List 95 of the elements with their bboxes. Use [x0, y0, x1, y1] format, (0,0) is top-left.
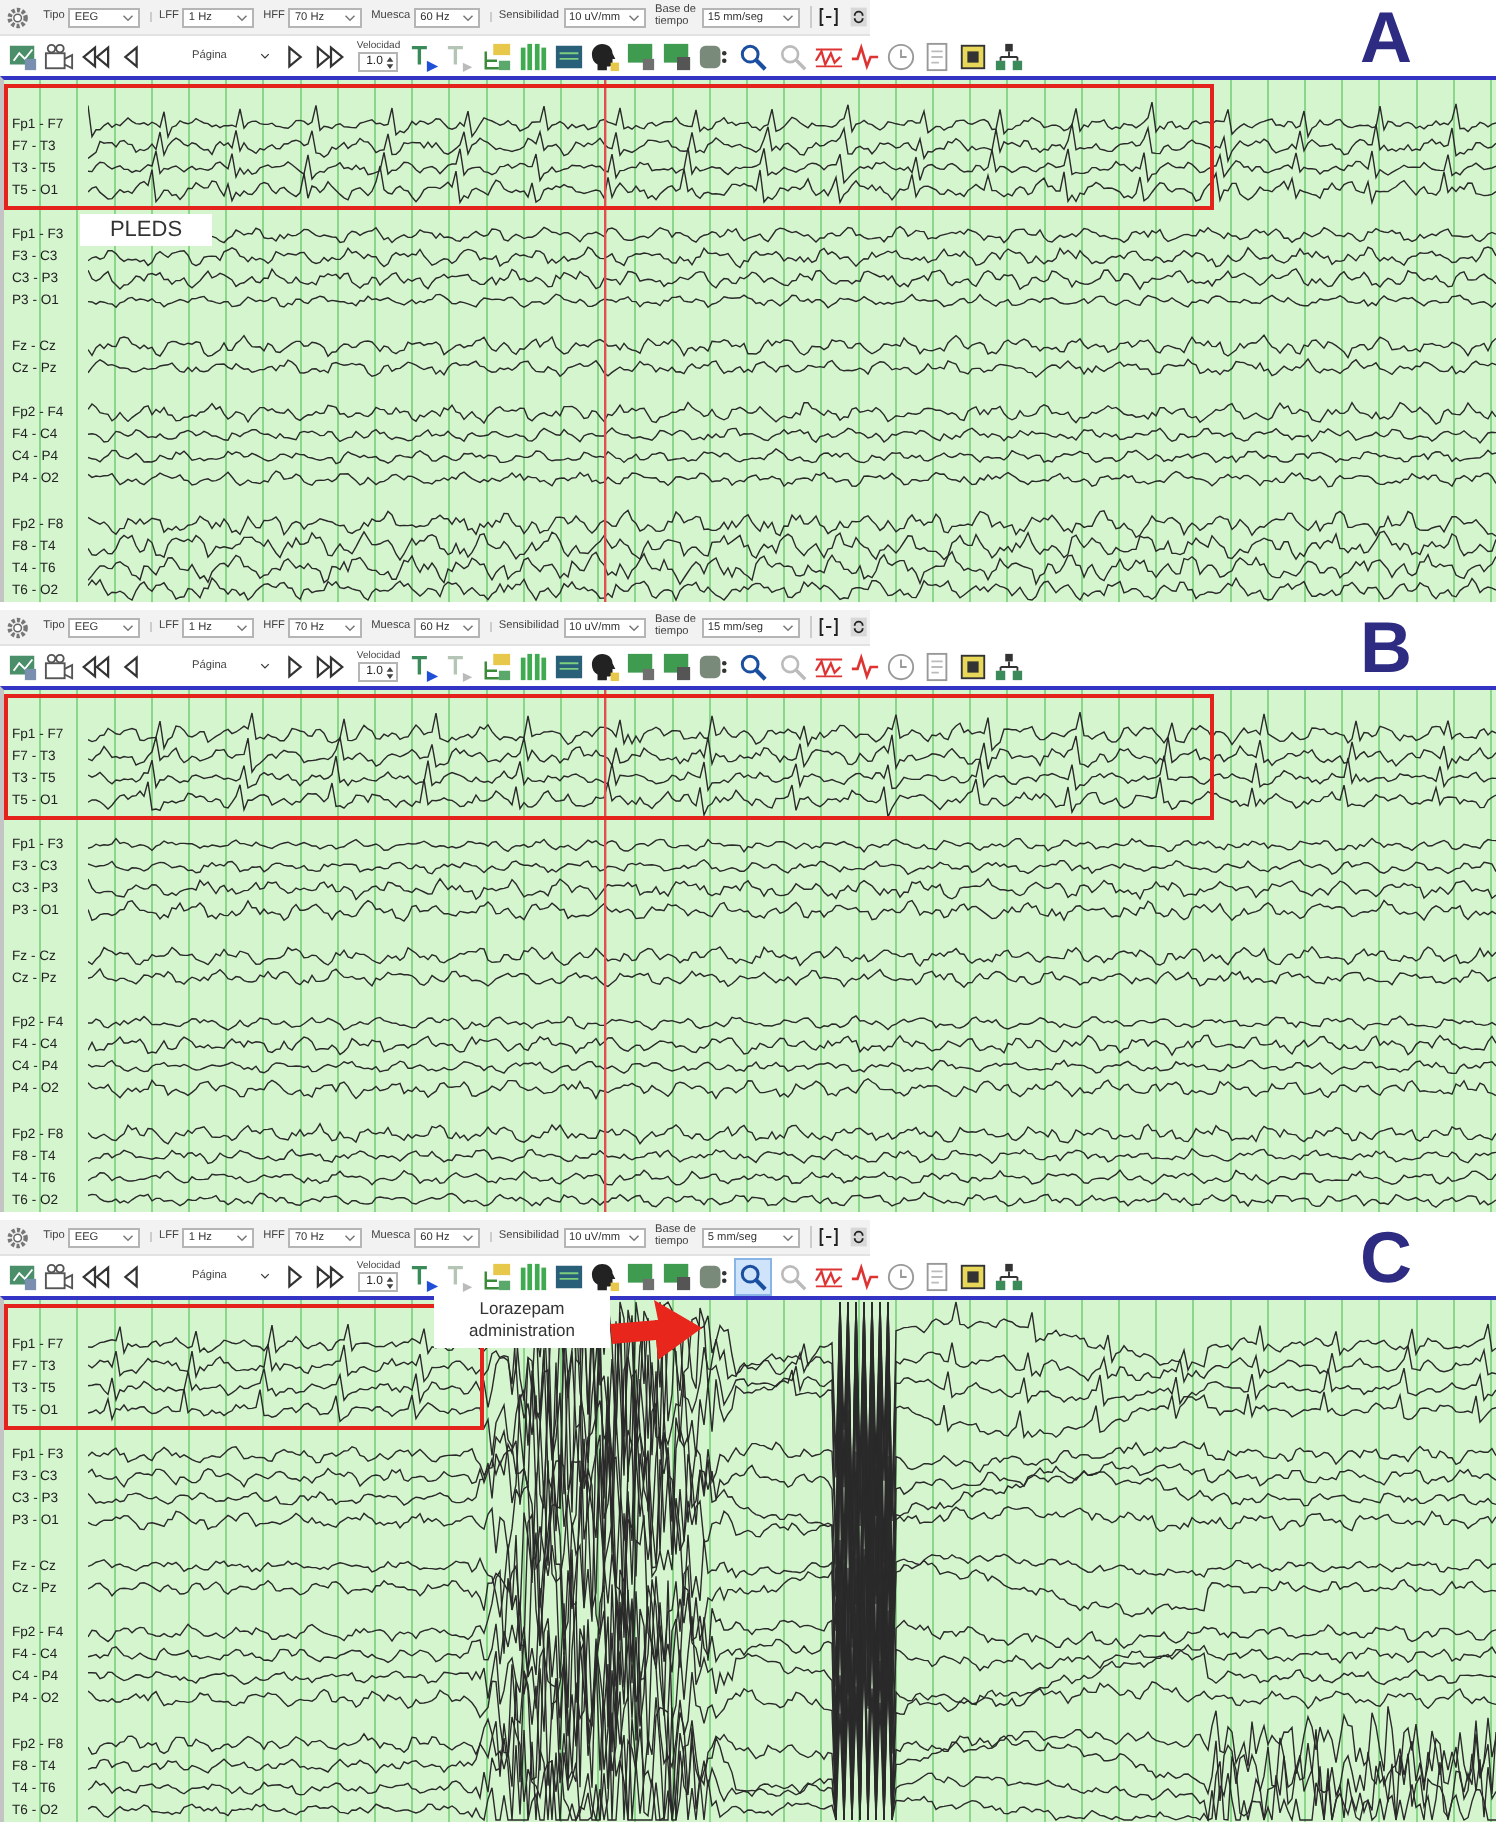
caret-icon: [462, 1233, 475, 1241]
marker-icon[interactable]: [446, 41, 477, 71]
clock-icon[interactable]: [886, 41, 917, 71]
bracket-icon[interactable]: [809, 616, 839, 638]
annotation-label: PLEDS: [80, 214, 212, 246]
refresh-icon[interactable]: [848, 1226, 870, 1248]
bars-icon[interactable]: [518, 41, 549, 71]
bracket-icon[interactable]: [809, 1226, 839, 1248]
panel-letter: A: [1360, 0, 1412, 76]
zoom-button[interactable]: [734, 1257, 773, 1295]
caret-icon: [343, 13, 356, 21]
bracket-icon[interactable]: [809, 6, 839, 28]
pulse-icon[interactable]: [850, 651, 881, 681]
panel-letter: C: [1360, 1220, 1412, 1296]
tree-icon[interactable]: [994, 41, 1025, 71]
caret-icon: [462, 623, 475, 631]
spin-icon: [386, 55, 395, 69]
window-icon[interactable]: [662, 1261, 693, 1291]
caret-icon: [235, 1233, 248, 1241]
settings-icon[interactable]: [6, 615, 30, 639]
caret-icon: [627, 13, 639, 21]
caret-icon: [343, 623, 356, 631]
caret-icon: [122, 1233, 135, 1241]
marker-icon[interactable]: [446, 651, 477, 681]
camera-icon[interactable]: [44, 651, 74, 681]
head-icon[interactable]: [590, 41, 621, 71]
caret-icon: [122, 623, 135, 631]
caret-icon[interactable]: [260, 1272, 271, 1280]
caret-icon: [781, 623, 794, 631]
spin-icon: [386, 1275, 395, 1289]
clock-icon[interactable]: [886, 651, 917, 681]
caret-icon: [627, 1233, 639, 1241]
rewind-icon[interactable]: [80, 41, 110, 71]
caret-icon: [781, 13, 794, 21]
caret-icon: [627, 623, 639, 631]
diagram-icon[interactable]: [482, 1261, 513, 1291]
tree-icon[interactable]: [994, 1261, 1025, 1291]
fast-forward-icon[interactable]: [316, 41, 347, 71]
marker-icon[interactable]: [410, 651, 441, 681]
annotation-label: Lorazepam administration: [434, 1294, 610, 1348]
tree-icon[interactable]: [994, 651, 1025, 681]
marker-icon[interactable]: [410, 1261, 441, 1291]
window-icon[interactable]: [626, 41, 657, 71]
fast-forward-icon[interactable]: [316, 1261, 347, 1291]
panel-icon[interactable]: [554, 41, 585, 71]
settings-icon[interactable]: [6, 5, 30, 29]
diagram-icon[interactable]: [482, 41, 513, 71]
head-icon[interactable]: [590, 1261, 621, 1291]
device-icon[interactable]: [698, 651, 729, 681]
window-icon[interactable]: [626, 1261, 657, 1291]
camera-icon[interactable]: [44, 1261, 74, 1291]
head-icon[interactable]: [590, 651, 621, 681]
clock-icon[interactable]: [886, 1261, 917, 1291]
panel-icon[interactable]: [554, 651, 585, 681]
rewind-icon[interactable]: [80, 1261, 110, 1291]
caret-icon: [235, 623, 248, 631]
diagram-icon[interactable]: [482, 651, 513, 681]
zoom-icon: [738, 651, 769, 681]
marker-icon[interactable]: [410, 41, 441, 71]
refresh-icon[interactable]: [848, 616, 870, 638]
panel-letter: B: [1360, 610, 1412, 686]
chart-icon[interactable]: [8, 651, 38, 681]
caret-icon: [343, 1233, 356, 1241]
panel-icon[interactable]: [554, 1261, 585, 1291]
caret-icon[interactable]: [260, 662, 271, 670]
square-icon[interactable]: [958, 41, 989, 71]
window-icon[interactable]: [662, 651, 693, 681]
caret-icon: [781, 1233, 794, 1241]
rewind-icon[interactable]: [80, 651, 110, 681]
pulse-icon[interactable]: [850, 41, 881, 71]
caret-icon: [235, 13, 248, 21]
square-icon[interactable]: [958, 1261, 989, 1291]
caret-icon: [122, 13, 135, 21]
caret-icon[interactable]: [260, 52, 271, 60]
window-icon[interactable]: [626, 651, 657, 681]
fast-forward-icon[interactable]: [316, 651, 347, 681]
device-icon[interactable]: [698, 1261, 729, 1291]
cursor-line[interactable]: [604, 80, 607, 602]
camera-icon[interactable]: [44, 41, 74, 71]
settings-icon[interactable]: [6, 1225, 30, 1249]
annotation-arrow: [610, 1296, 702, 1364]
marker-icon[interactable]: [446, 1261, 477, 1291]
refresh-icon[interactable]: [848, 6, 870, 28]
window-icon[interactable]: [662, 41, 693, 71]
pulse-icon[interactable]: [850, 1261, 881, 1291]
bars-icon[interactable]: [518, 1261, 549, 1291]
square-icon[interactable]: [958, 651, 989, 681]
zoom-icon: [738, 41, 769, 71]
zoom-icon: [738, 1261, 769, 1291]
chart-icon[interactable]: [8, 1261, 38, 1291]
bars-icon[interactable]: [518, 651, 549, 681]
chart-icon[interactable]: [8, 41, 38, 71]
caret-icon: [462, 13, 475, 21]
device-icon[interactable]: [698, 41, 729, 71]
spin-icon: [386, 665, 395, 679]
